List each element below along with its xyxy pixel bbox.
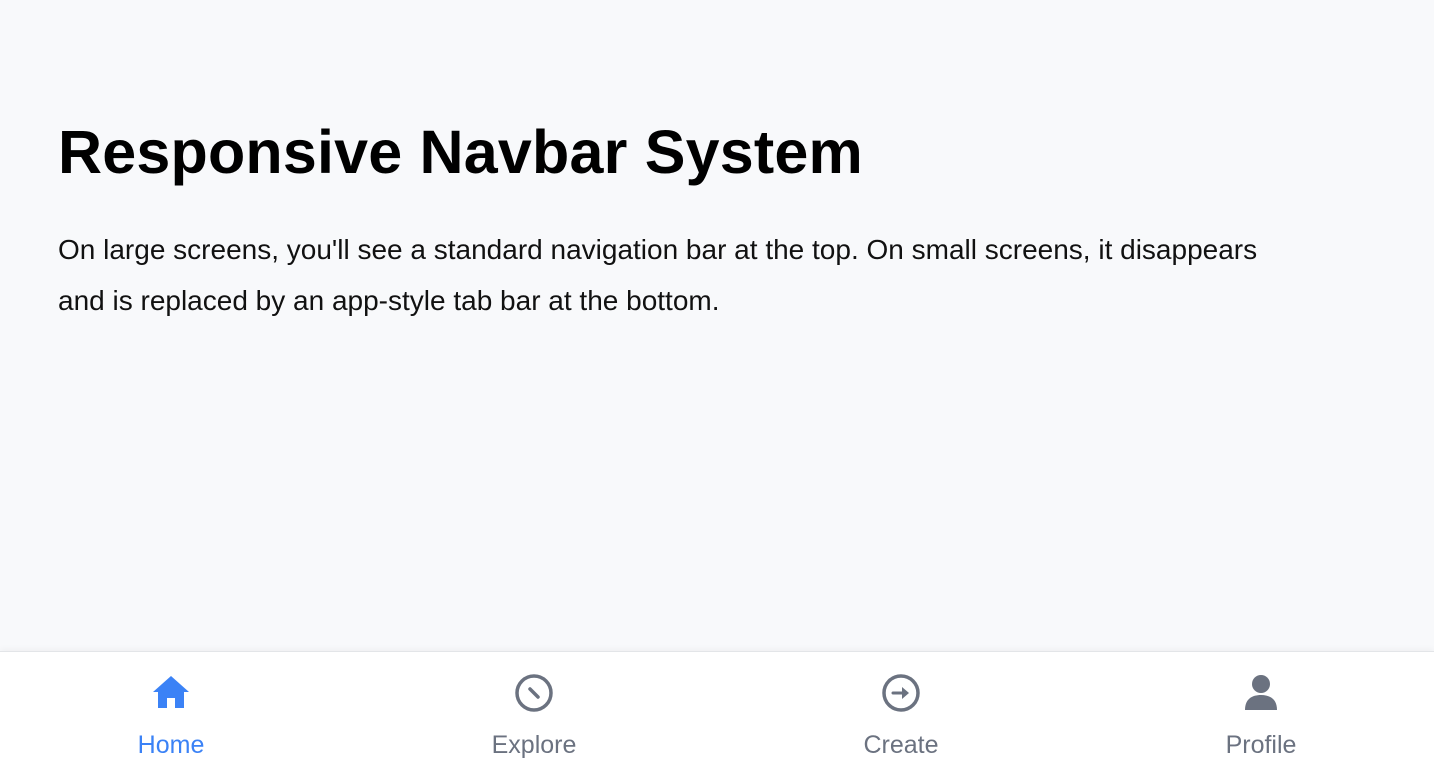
app-page: Responsive Navbar System On large screen… bbox=[0, 0, 1434, 776]
tab-create-label: Create bbox=[863, 731, 939, 759]
tab-home[interactable]: Home bbox=[71, 652, 271, 776]
home-icon bbox=[153, 676, 189, 708]
tab-profile[interactable]: Profile bbox=[1161, 652, 1361, 776]
arrow-circle-right-icon bbox=[882, 674, 920, 712]
page-title: Responsive Navbar System bbox=[58, 118, 863, 186]
bottom-tab-bar: Home Explore Create Profile bbox=[0, 651, 1434, 776]
tab-home-label: Home bbox=[137, 731, 205, 759]
compass-icon bbox=[515, 674, 553, 712]
user-icon bbox=[1245, 675, 1277, 710]
tab-explore-label: Explore bbox=[491, 731, 577, 759]
tab-explore[interactable]: Explore bbox=[434, 652, 634, 776]
tab-profile-label: Profile bbox=[1225, 731, 1297, 759]
tab-create[interactable]: Create bbox=[801, 652, 1001, 776]
intro-paragraph: On large screens, you'll see a standard … bbox=[58, 234, 1258, 316]
main-content: Responsive Navbar System On large screen… bbox=[58, 112, 1308, 326]
